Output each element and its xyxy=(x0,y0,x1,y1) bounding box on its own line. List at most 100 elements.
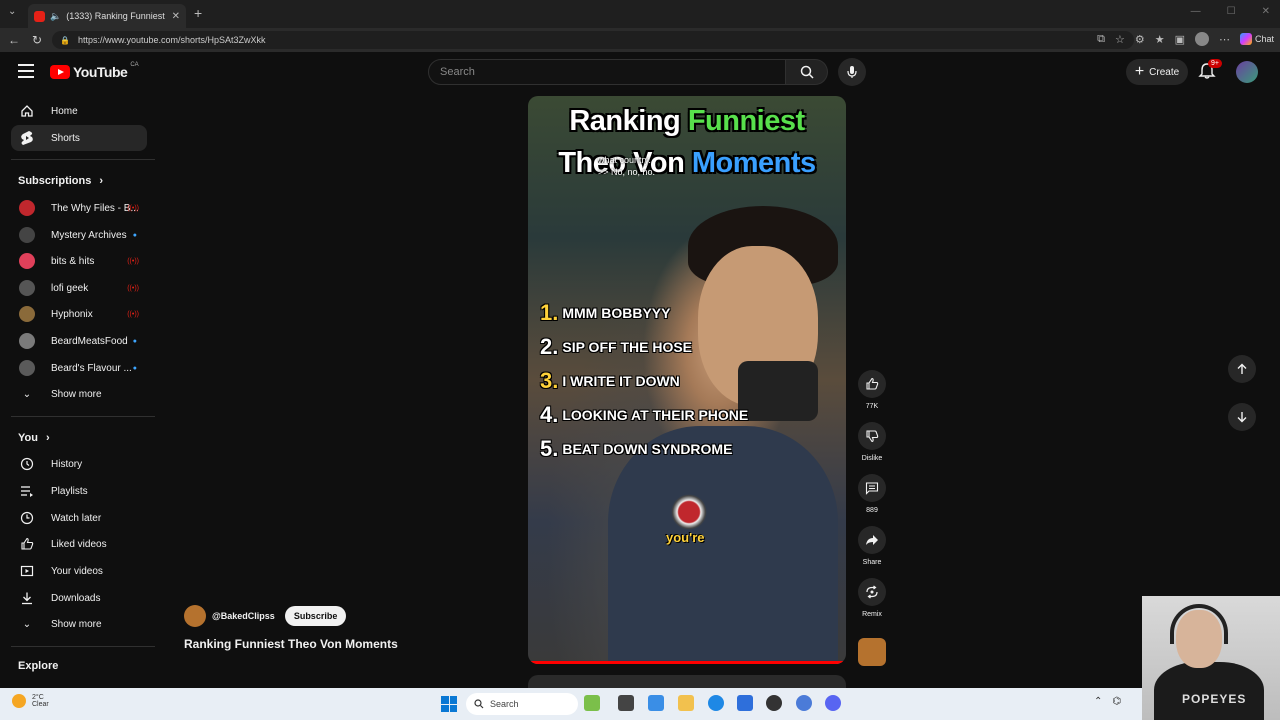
like-button[interactable] xyxy=(858,370,886,398)
site-info-icon[interactable]: 🔒 xyxy=(60,36,70,45)
like-action[interactable]: 77K xyxy=(858,370,886,410)
dislike-button[interactable] xyxy=(858,422,886,450)
rank-text: BEAT DOWN SYNDROME xyxy=(562,441,733,457)
remix-action[interactable]: Remix xyxy=(858,578,886,618)
shorts-video-player[interactable]: Ranking Funniest Theo Von Moments what c… xyxy=(528,96,846,664)
sidebar-item-home[interactable]: Home xyxy=(11,98,147,124)
show-more-you[interactable]: ⌄ Show more xyxy=(11,611,147,637)
create-button[interactable]: + Create xyxy=(1126,59,1188,85)
profile-icon[interactable] xyxy=(1194,32,1209,46)
previous-short-button[interactable] xyxy=(1228,355,1256,383)
sidebar-item-shorts[interactable]: Shorts xyxy=(11,125,147,151)
weather-widget[interactable]: 2°C Clear xyxy=(12,694,49,708)
thumbs-down-icon xyxy=(866,430,879,443)
tab-actions-icon[interactable]: ⌄ xyxy=(8,6,16,17)
sidebar-item-label: Watch later xyxy=(51,512,102,524)
taskbar-app-icon[interactable] xyxy=(796,695,812,711)
voice-search-button[interactable] xyxy=(838,58,866,86)
more-menu-icon[interactable]: ⋯ xyxy=(1219,33,1230,46)
youtube-logo[interactable]: YouTube CA xyxy=(50,62,139,80)
menu-icon[interactable] xyxy=(18,64,34,78)
chevron-right-icon: › xyxy=(45,432,50,444)
notifications-button[interactable]: 9+ xyxy=(1198,59,1222,82)
next-short-preview[interactable] xyxy=(528,675,846,689)
url-field[interactable]: 🔒 https://www.youtube.com/shorts/HpSAt3Z… xyxy=(52,31,1134,49)
video-progress-bar[interactable] xyxy=(528,661,846,664)
subscriptions-heading[interactable]: Subscriptions › xyxy=(18,175,103,187)
browser-tab[interactable]: 🔈 (1333) Ranking Funniest Theo ✕ xyxy=(28,4,186,28)
sidebar-item-subscription[interactable]: BeardMeatsFood ● xyxy=(11,328,147,354)
taskbar-app-icon[interactable] xyxy=(584,695,600,711)
channel-handle[interactable]: @BakedClipss xyxy=(212,611,275,621)
playlists-icon xyxy=(19,483,35,499)
sidebar-item-subscription[interactable]: The Why Files - B... ((•)) xyxy=(11,195,147,221)
reload-button[interactable]: ↻ xyxy=(32,33,42,47)
sidebar-item-subscription[interactable]: Beard's Flavour ... ● xyxy=(11,355,147,381)
edge-browser-icon[interactable] xyxy=(708,695,724,711)
sidebar-item-watch-later[interactable]: Watch later xyxy=(11,505,147,531)
weather-condition: Clear xyxy=(32,701,49,708)
sidebar-item-label: lofi geek xyxy=(51,282,89,294)
network-icon[interactable]: ⌬ xyxy=(1112,696,1121,707)
shorts-icon xyxy=(19,130,35,146)
share-action[interactable]: Share xyxy=(858,526,886,566)
comments-button[interactable] xyxy=(858,474,886,502)
share-button[interactable] xyxy=(858,526,886,554)
close-window-button[interactable]: ✕ xyxy=(1262,6,1270,17)
search-input[interactable]: Search xyxy=(428,59,786,85)
channel-avatar xyxy=(19,306,35,322)
collections-icon[interactable]: ▣ xyxy=(1175,33,1185,46)
split-screen-icon[interactable]: ⧉ xyxy=(1097,33,1105,46)
close-tab-icon[interactable]: ✕ xyxy=(172,11,180,22)
channel-avatar[interactable] xyxy=(184,605,206,627)
new-tab-button[interactable]: + xyxy=(194,5,202,21)
sidebar-item-your-videos[interactable]: Your videos xyxy=(11,558,147,584)
obs-icon[interactable] xyxy=(766,695,782,711)
sidebar-item-liked-videos[interactable]: Liked videos xyxy=(11,531,147,557)
speaker-icon[interactable]: 🔈 xyxy=(50,11,61,22)
sidebar-item-history[interactable]: History xyxy=(11,451,147,477)
maximize-button[interactable]: ☐ xyxy=(1227,6,1236,17)
favorites-icon[interactable]: ★ xyxy=(1155,33,1165,46)
file-explorer-icon[interactable] xyxy=(678,695,694,711)
discord-icon[interactable] xyxy=(825,695,841,711)
sidebar-item-subscription[interactable]: bits & hits ((•)) xyxy=(11,248,147,274)
comments-action[interactable]: 889 xyxy=(858,474,886,514)
channel-avatar xyxy=(19,360,35,376)
start-button[interactable] xyxy=(441,696,457,712)
extensions-icon[interactable]: ⚙ xyxy=(1135,33,1145,46)
short-title[interactable]: Ranking Funniest Theo Von Moments xyxy=(184,637,398,651)
taskbar-search[interactable]: Search xyxy=(466,693,578,715)
dislike-action[interactable]: Dislike xyxy=(858,422,886,462)
ranking-list: 1. MMM BOBBYYY 2. SIP OFF THE HOSE 3. I WRI… xyxy=(540,296,748,466)
subscribe-button[interactable]: Subscribe xyxy=(284,606,347,626)
favorite-star-icon[interactable]: ☆ xyxy=(1115,33,1125,46)
watch-later-icon xyxy=(19,510,35,526)
logo-text: YouTube xyxy=(73,64,128,80)
show-more-label: Show more xyxy=(51,388,102,400)
new-content-dot-icon: ● xyxy=(132,337,137,345)
back-button[interactable]: ← xyxy=(8,33,20,47)
store-icon[interactable] xyxy=(737,695,753,711)
remix-button[interactable] xyxy=(858,578,886,606)
you-heading[interactable]: You › xyxy=(18,432,50,444)
dislike-label: Dislike xyxy=(861,455,883,462)
next-short-button[interactable] xyxy=(1228,403,1256,431)
chevron-up-icon[interactable]: ⌃ xyxy=(1094,696,1102,707)
task-view-icon[interactable] xyxy=(618,695,634,711)
show-more-subscriptions[interactable]: ⌄ Show more xyxy=(11,381,147,407)
account-avatar[interactable] xyxy=(1236,61,1258,83)
sidebar-item-subscription[interactable]: Hyphonix ((•)) xyxy=(11,301,147,327)
search-button[interactable] xyxy=(786,59,828,85)
taskbar-app-icon[interactable] xyxy=(648,695,664,711)
minimize-button[interactable]: — xyxy=(1191,6,1201,17)
copilot-chat-button[interactable]: Chat xyxy=(1239,33,1274,45)
sidebar-item-subscription[interactable]: Mystery Archives ● xyxy=(11,222,147,248)
you-title: You xyxy=(18,432,38,444)
your-videos-icon xyxy=(19,563,35,579)
sidebar-item-downloads[interactable]: Downloads xyxy=(11,585,147,611)
channel-avatar xyxy=(19,253,35,269)
sidebar-item-playlists[interactable]: Playlists xyxy=(11,478,147,504)
sound-thumbnail[interactable] xyxy=(858,638,886,666)
sidebar-item-subscription[interactable]: lofi geek ((•)) xyxy=(11,275,147,301)
